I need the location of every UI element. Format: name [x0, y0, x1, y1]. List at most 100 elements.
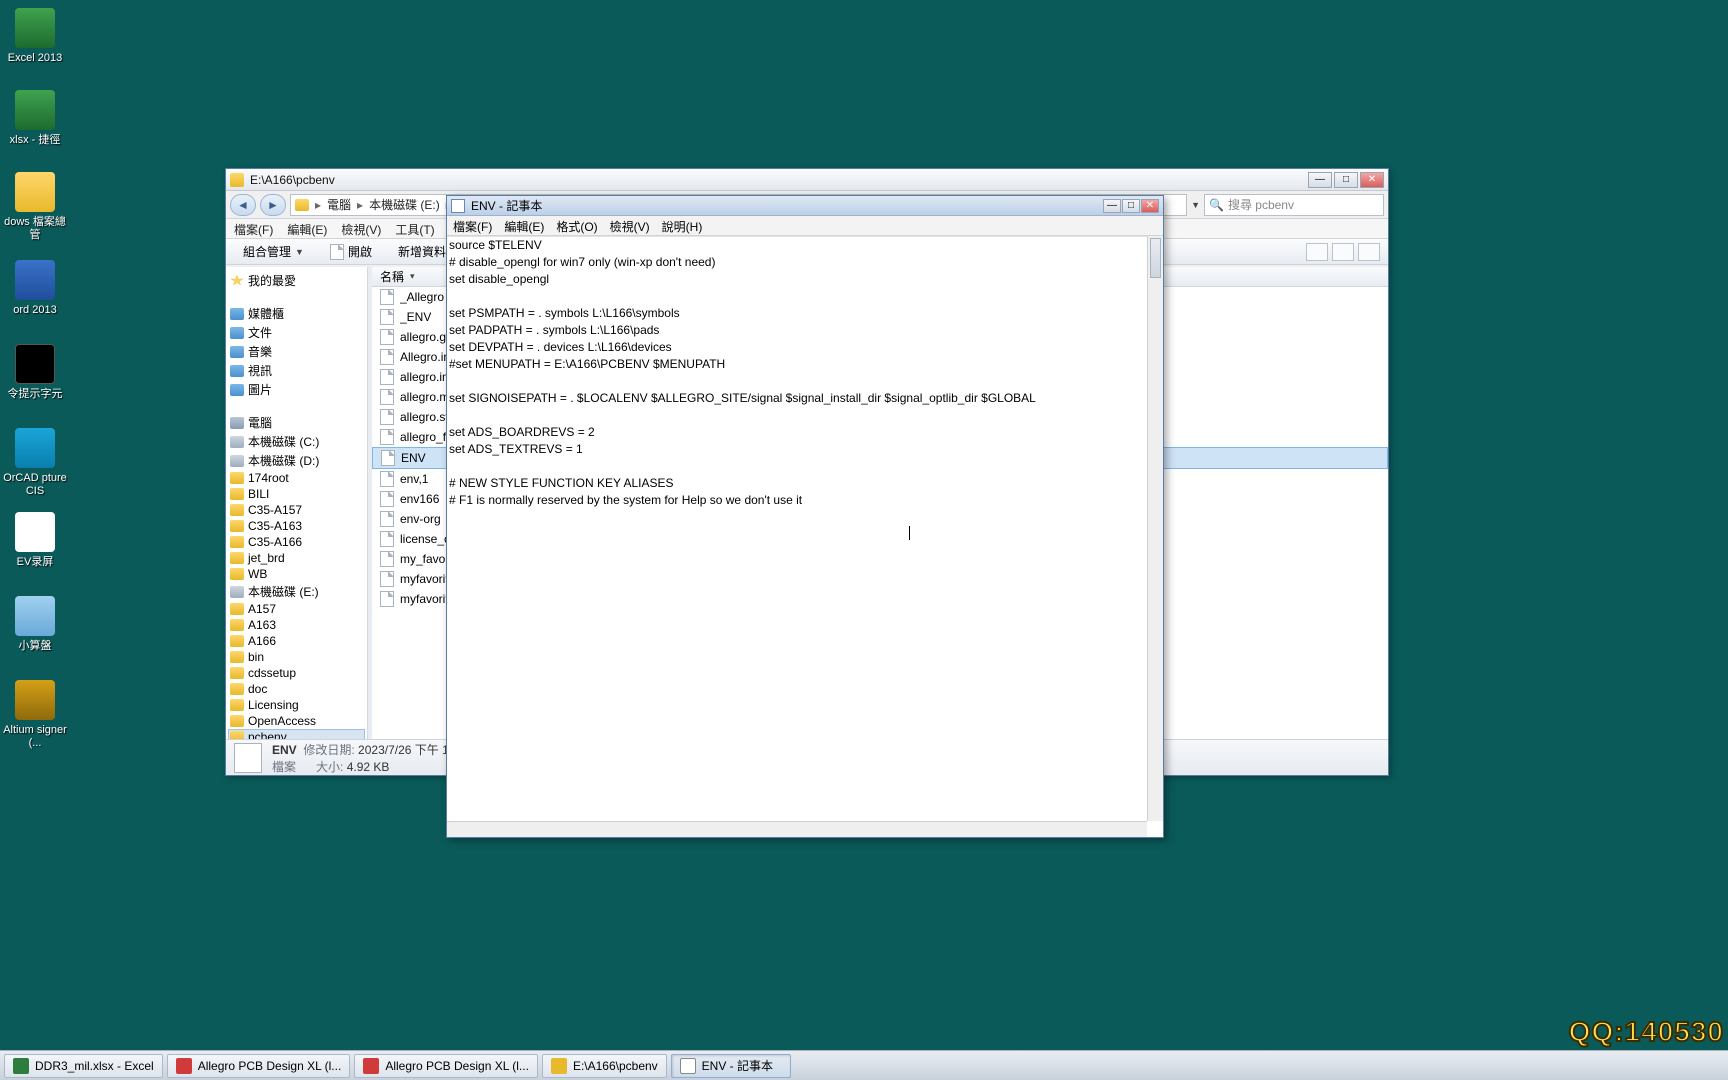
tree-item[interactable]: 視訊	[228, 361, 365, 380]
menu-item[interactable]: 檔案(F)	[453, 218, 492, 233]
lib-icon	[230, 327, 244, 339]
file-icon	[380, 369, 394, 385]
tree-item[interactable]: A157	[228, 601, 365, 617]
file-icon	[380, 491, 394, 507]
menu-item[interactable]: 工具(T)	[395, 221, 434, 236]
tree-item[interactable]: C35-A166	[228, 534, 365, 550]
menu-item[interactable]: 說明(H)	[662, 218, 703, 233]
taskbar[interactable]: DDR3_mil.xlsx - Excel Allegro PCB Design…	[0, 1050, 1728, 1080]
menu-item[interactable]: 編輯(E)	[504, 218, 544, 233]
-icon	[230, 715, 244, 727]
forward-button[interactable]: ►	[260, 194, 286, 216]
file-icon	[380, 329, 394, 345]
pc-icon	[363, 1058, 379, 1074]
close-button[interactable]: ✕	[1360, 172, 1384, 188]
tree-item[interactable]: 本機磁碟 (E:)	[228, 582, 365, 601]
open-button[interactable]: 開啟	[321, 240, 381, 263]
tree-item[interactable]: cdssetup	[228, 665, 365, 681]
taskbar-button[interactable]: E:\A166\pcbenv	[542, 1054, 667, 1078]
nav-tree[interactable]: 我的最愛媒體櫃文件音樂視訊圖片電腦本機磁碟 (C:)本機磁碟 (D:)174ro…	[226, 267, 368, 739]
np-icon	[680, 1058, 696, 1074]
file-icon	[380, 429, 394, 445]
menu-item[interactable]: 編輯(E)	[287, 221, 327, 236]
details-size: 4.92 KB	[347, 760, 390, 774]
tree-item[interactable]: OpenAccess	[228, 713, 365, 729]
address-drop-icon[interactable]: ▼	[1191, 200, 1200, 210]
tree-item[interactable]: 圖片	[228, 380, 365, 399]
-icon	[230, 552, 244, 564]
view-details-button[interactable]	[1332, 243, 1354, 261]
taskbar-button[interactable]: DDR3_mil.xlsx - Excel	[4, 1054, 163, 1078]
back-button[interactable]: ◄	[230, 194, 256, 216]
breadcrumb-seg[interactable]: 電腦	[327, 196, 351, 213]
minimize-button[interactable]: —	[1308, 172, 1332, 188]
breadcrumb-seg[interactable]: 本機磁碟 (E:)	[369, 196, 440, 213]
desktop-icon-word[interactable]: ord 2013	[0, 260, 70, 317]
tree-item[interactable]: jet_brd	[228, 550, 365, 566]
tree-item[interactable]: A163	[228, 617, 365, 633]
notepad-textarea[interactable]: source $TELENV # disable_opengl for win7…	[447, 236, 1163, 837]
tree-item[interactable]: bin	[228, 649, 365, 665]
tree-item[interactable]: C35-A163	[228, 518, 365, 534]
maximize-button[interactable]: □	[1334, 172, 1358, 188]
desktop-icon-excel2[interactable]: xlsx - 捷徑	[0, 90, 70, 147]
search-placeholder: 搜尋 pcbenv	[1228, 196, 1294, 213]
desktop-icon-orcad[interactable]: OrCAD pture CIS	[0, 428, 70, 498]
close-button[interactable]: ✕	[1141, 199, 1159, 213]
tree-item[interactable]: BILI	[228, 486, 365, 502]
preview-pane-button[interactable]	[1358, 243, 1380, 261]
tree-item[interactable]: 本機磁碟 (C:)	[228, 432, 365, 451]
tree-item[interactable]: C35-A157	[228, 502, 365, 518]
desktop-icon-calc[interactable]: 小算盤	[0, 596, 70, 653]
tree-item[interactable]: Licensing	[228, 697, 365, 713]
tree-item[interactable]: 音樂	[228, 342, 365, 361]
tree-item[interactable]: 媒體櫃	[228, 304, 365, 323]
view-list-button[interactable]	[1306, 243, 1328, 261]
desktop-icon-folder[interactable]: dows 檔案總管	[0, 172, 70, 242]
menu-item[interactable]: 檔案(F)	[234, 221, 273, 236]
ev-icon	[15, 512, 55, 552]
desktop-icon-label: OrCAD pture CIS	[0, 472, 70, 498]
explorer-titlebar[interactable]: E:\A166\pcbenv — □ ✕	[226, 169, 1388, 191]
desktop-icon-excel[interactable]: Excel 2013	[0, 8, 70, 65]
taskbar-button[interactable]: ENV - 記事本	[671, 1054, 791, 1078]
tree-item[interactable]: 本機磁碟 (D:)	[228, 451, 365, 470]
organize-button[interactable]: 組合管理 ▼	[234, 240, 313, 263]
details-name: ENV	[272, 743, 297, 757]
tree-item[interactable]: pcbenv	[228, 729, 365, 739]
desktop-icon-cmd[interactable]: 令提示字元	[0, 344, 70, 401]
chevron-down-icon: ▼	[295, 247, 304, 257]
tree-item[interactable]: A166	[228, 633, 365, 649]
tree-item[interactable]: 文件	[228, 323, 365, 342]
taskbar-button[interactable]: Allegro PCB Design XL (l...	[354, 1054, 538, 1078]
vertical-scrollbar[interactable]	[1147, 236, 1163, 821]
tree-item[interactable]: 174root	[228, 470, 365, 486]
desktop-icon-label: dows 檔案總管	[0, 216, 70, 242]
pc-icon	[176, 1058, 192, 1074]
-icon	[230, 651, 244, 663]
scroll-thumb[interactable]	[1150, 238, 1161, 278]
tree-item[interactable]: 我的最愛	[228, 271, 365, 290]
-icon	[230, 568, 244, 580]
search-input[interactable]: 🔍 搜尋 pcbenv	[1204, 194, 1384, 216]
desktop-icon-ev[interactable]: EV录屏	[0, 512, 70, 569]
minimize-button[interactable]: —	[1103, 199, 1121, 213]
tree-item[interactable]: doc	[228, 681, 365, 697]
tree-item[interactable]: WB	[228, 566, 365, 582]
taskbar-button[interactable]: Allegro PCB Design XL (l...	[167, 1054, 351, 1078]
menu-item[interactable]: 檢視(V)	[610, 218, 650, 233]
horizontal-scrollbar[interactable]	[447, 821, 1147, 837]
drv-icon	[230, 586, 244, 598]
file-icon	[234, 743, 262, 773]
notepad-title: ENV - 記事本	[471, 197, 542, 214]
desktop-icon-label: xlsx - 捷徑	[0, 134, 70, 147]
file-icon	[380, 289, 394, 305]
calc-icon	[15, 596, 55, 636]
maximize-button[interactable]: □	[1122, 199, 1140, 213]
menu-item[interactable]: 格式(O)	[556, 218, 597, 233]
menu-item[interactable]: 檢視(V)	[341, 221, 381, 236]
tree-item[interactable]: 電腦	[228, 413, 365, 432]
desktop-icon-altium[interactable]: Altium signer (...	[0, 680, 70, 750]
notepad-titlebar[interactable]: ENV - 記事本 — □ ✕	[447, 196, 1163, 216]
-icon	[230, 699, 244, 711]
